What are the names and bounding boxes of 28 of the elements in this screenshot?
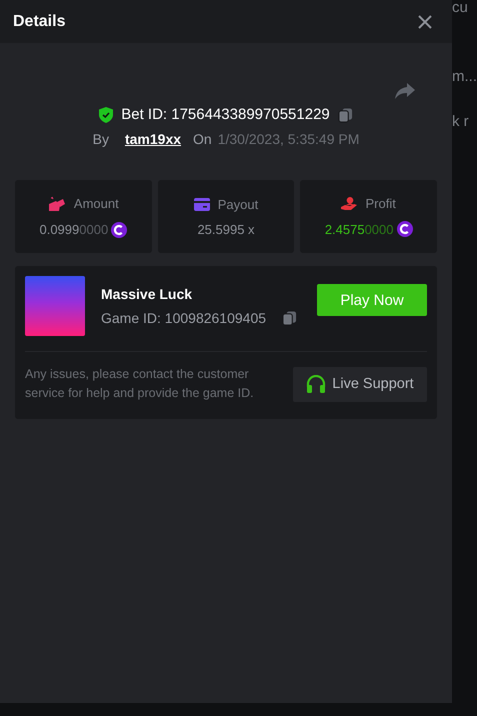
credit-card-icon — [194, 198, 210, 210]
backdrop-text: k r — [452, 114, 470, 129]
stat-value: 0.09990000 — [39, 222, 108, 237]
copy-icon[interactable] — [282, 310, 298, 326]
stat-value: 2.45750000 — [324, 222, 394, 236]
copy-icon[interactable] — [338, 106, 353, 122]
username-link[interactable]: tam19xx — [124, 131, 182, 147]
shield-check-icon — [99, 106, 114, 122]
backdrop-text: m... — [452, 69, 477, 84]
bet-date: 1/30/2023, 5:35:49 PM — [218, 131, 360, 147]
panel-title: Details — [13, 12, 66, 30]
stat-label: Payout — [218, 196, 258, 212]
backdrop-text: cu — [452, 0, 469, 15]
stat-value: 25.5995 x — [197, 222, 255, 236]
share-icon[interactable] — [395, 83, 415, 99]
bet-id: Bet ID: 1756443389970551229 — [121, 106, 330, 123]
game-id: Game ID: 1009826109405 — [101, 310, 266, 326]
support-note: Any issues, please contact the customer service for help and provide the game ID. — [25, 366, 255, 402]
live-support-button[interactable]: Live Support — [293, 366, 427, 402]
stat-label: Amount — [74, 196, 119, 211]
game-name: Massive Luck — [101, 286, 194, 302]
close-button[interactable] — [418, 14, 432, 28]
game-thumbnail[interactable] — [25, 276, 85, 336]
hand-person-icon — [341, 196, 358, 210]
on-label: On — [193, 131, 212, 147]
stat-label: Profit — [365, 196, 396, 211]
by-label: By — [92, 131, 109, 147]
headset-icon — [306, 375, 326, 393]
